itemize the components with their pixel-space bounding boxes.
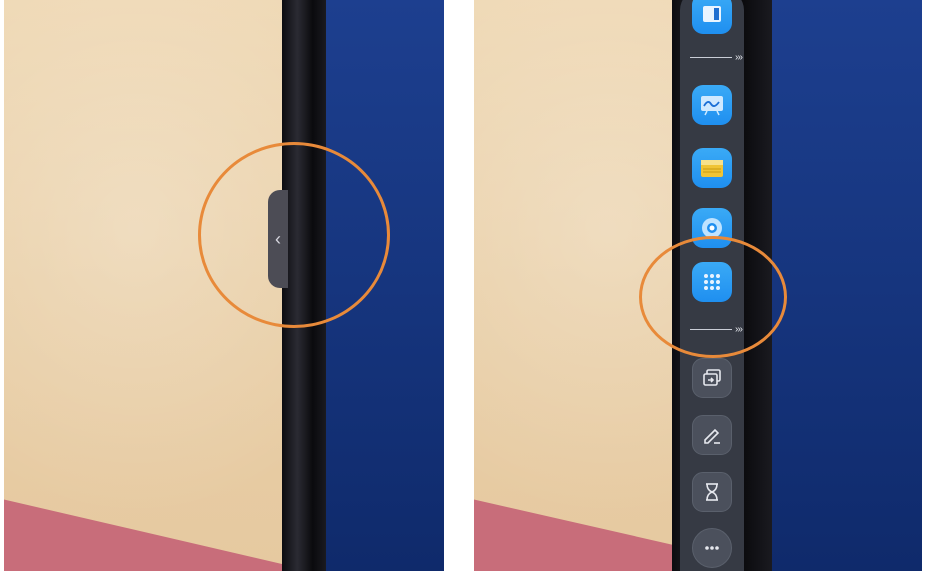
blue-wall [772, 0, 922, 571]
photo-right: ››› ››› [474, 0, 922, 571]
highlight-circle [198, 142, 390, 328]
toolbar-divider[interactable]: ››› [690, 52, 743, 63]
pen-icon[interactable] [692, 415, 732, 455]
whiteboard-icon[interactable] [692, 85, 732, 125]
photo-left: ‹ [4, 0, 444, 571]
expand-arrows-label: ››› [735, 52, 743, 63]
more-icon[interactable] [692, 528, 732, 568]
screen-share-icon[interactable] [692, 358, 732, 398]
window-icon[interactable] [692, 0, 732, 34]
folder-icon[interactable] [692, 148, 732, 188]
highlight-circle [639, 236, 787, 358]
timer-icon[interactable] [692, 472, 732, 512]
